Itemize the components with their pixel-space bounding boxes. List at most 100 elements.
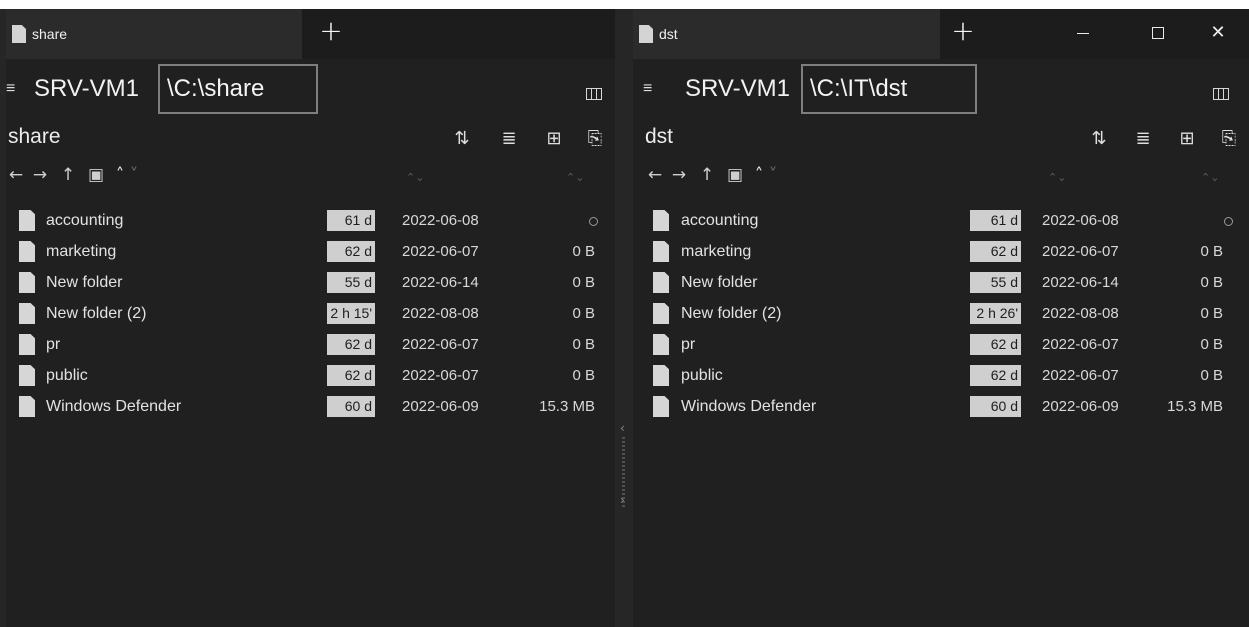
sort-icon[interactable]: ⇅ <box>452 129 472 149</box>
minimize-button[interactable] <box>1063 18 1103 48</box>
image-folder-icon[interactable]: ▣ <box>725 165 745 185</box>
navigation-bar: ← → ↑ ▣ ˄ ˅ <box>645 165 845 189</box>
modified-date: 2022-06-08 <box>402 212 479 229</box>
address-host[interactable]: SRV-VM1 <box>34 75 139 103</box>
table-row[interactable]: marketing 62 d 2022-06-07 0 B <box>6 236 615 267</box>
up-arrow-icon[interactable]: ↑ <box>58 165 78 185</box>
back-arrow-icon[interactable]: ← <box>6 165 26 185</box>
chevron-down-icon[interactable]: ˅ <box>763 165 783 185</box>
file-name: New folder (2) <box>46 305 147 322</box>
loading-icon <box>1224 217 1233 226</box>
image-folder-icon[interactable]: ▣ <box>86 165 106 185</box>
back-arrow-icon[interactable]: ← <box>645 165 665 185</box>
maximize-button[interactable] <box>1138 18 1178 48</box>
new-tab-icon[interactable]: + <box>946 15 980 49</box>
expand-icon[interactable]: ⊞ <box>1177 129 1197 149</box>
paste-icon[interactable]: ⎘ <box>585 129 605 149</box>
columns-icon[interactable] <box>1213 88 1229 100</box>
left-pane: share + ≡ SRV-VM1 \C:\share share ⇅ ≣ ⊞ … <box>6 9 615 627</box>
modified-date: 2022-06-07 <box>402 243 479 260</box>
age-badge: 62 d <box>970 365 1021 386</box>
right-file-list: accounting 61 d 2022-06-08 marketing 62 … <box>633 205 1249 422</box>
file-name: Windows Defender <box>46 398 182 415</box>
file-size: 0 B <box>572 305 595 322</box>
expand-icon[interactable]: ⊞ <box>544 129 564 149</box>
file-name: New folder <box>681 274 758 291</box>
forward-arrow-icon[interactable]: → <box>30 165 50 185</box>
file-name: pr <box>681 336 696 353</box>
modified-date: 2022-06-07 <box>1042 336 1119 353</box>
menu-icon[interactable]: ≡ <box>643 81 663 97</box>
file-name: marketing <box>681 243 752 260</box>
folder-icon <box>19 272 35 293</box>
modified-date: 2022-06-07 <box>1042 367 1119 384</box>
table-row[interactable]: New folder 55 d 2022-06-14 0 B <box>6 267 615 298</box>
columns-icon[interactable] <box>586 88 602 100</box>
folder-icon <box>19 365 35 386</box>
collapse-left-icon[interactable]: ‹ <box>620 421 625 435</box>
menu-icon[interactable]: ≡ <box>6 81 26 97</box>
address-path-input[interactable]: \C:\IT\dst <box>801 64 977 114</box>
age-badge: 62 d <box>970 241 1021 262</box>
folder-icon <box>19 396 35 417</box>
address-host[interactable]: SRV-VM1 <box>685 75 790 103</box>
age-badge: 60 d <box>970 396 1021 417</box>
date-sort-chevrons-icon[interactable]: ⌃⌄ <box>1048 171 1066 184</box>
table-row[interactable]: pr 62 d 2022-06-07 0 B <box>633 329 1249 360</box>
left-tab-bar: share + <box>6 9 615 59</box>
list-view-icon[interactable]: ≣ <box>499 129 519 149</box>
age-badge: 62 d <box>327 365 375 386</box>
age-badge: 2 h 26' <box>970 303 1021 324</box>
file-name: marketing <box>46 243 117 260</box>
folder-icon <box>19 303 35 324</box>
file-name: accounting <box>681 212 759 229</box>
size-sort-chevrons-icon[interactable]: ⌃⌄ <box>1201 171 1219 184</box>
file-name: New folder <box>46 274 123 291</box>
pane-splitter[interactable]: ‹ › <box>615 9 633 627</box>
folder-icon <box>653 396 669 417</box>
table-row[interactable]: Windows Defender 60 d 2022-06-09 15.3 MB <box>633 391 1249 422</box>
tab-dst[interactable]: dst <box>633 9 940 59</box>
close-button[interactable]: ✕ <box>1198 18 1238 48</box>
sort-icon[interactable]: ⇅ <box>1089 129 1109 149</box>
table-row[interactable]: public 62 d 2022-06-07 0 B <box>6 360 615 391</box>
table-row[interactable]: accounting 61 d 2022-06-08 <box>6 205 615 236</box>
modified-date: 2022-06-09 <box>402 398 479 415</box>
date-sort-chevrons-icon[interactable]: ⌃⌄ <box>406 171 424 184</box>
file-size: 0 B <box>572 367 595 384</box>
size-sort-chevrons-icon[interactable]: ⌃⌄ <box>566 171 584 184</box>
table-row[interactable]: marketing 62 d 2022-06-07 0 B <box>633 236 1249 267</box>
age-badge: 55 d <box>327 272 375 293</box>
table-row[interactable]: pr 62 d 2022-06-07 0 B <box>6 329 615 360</box>
dual-pane-file-manager: share + ≡ SRV-VM1 \C:\share share ⇅ ≣ ⊞ … <box>0 9 1249 627</box>
table-row[interactable]: New folder 55 d 2022-06-14 0 B <box>633 267 1249 298</box>
file-size: 0 B <box>1200 305 1223 322</box>
up-arrow-icon[interactable]: ↑ <box>697 165 717 185</box>
table-row[interactable]: Windows Defender 60 d 2022-06-09 15.3 MB <box>6 391 615 422</box>
paste-icon[interactable]: ⎘ <box>1219 129 1239 149</box>
forward-arrow-icon[interactable]: → <box>669 165 689 185</box>
left-file-list: accounting 61 d 2022-06-08 marketing 62 … <box>6 205 615 422</box>
new-tab-icon[interactable]: + <box>314 15 348 49</box>
tab-share[interactable]: share <box>6 9 302 59</box>
expand-right-icon[interactable]: › <box>620 493 625 507</box>
table-row[interactable]: New folder (2) 2 h 26' 2022-08-08 0 B <box>633 298 1249 329</box>
modified-date: 2022-06-07 <box>402 367 479 384</box>
maximize-icon <box>1152 27 1164 39</box>
file-size: 0 B <box>1200 243 1223 260</box>
table-row[interactable]: accounting 61 d 2022-06-08 <box>633 205 1249 236</box>
folder-icon <box>653 241 669 262</box>
list-view-icon[interactable]: ≣ <box>1133 129 1153 149</box>
file-name: New folder (2) <box>681 305 782 322</box>
file-size: 0 B <box>572 274 595 291</box>
file-size: 0 B <box>572 243 595 260</box>
table-row[interactable]: New folder (2) 2 h 15' 2022-08-08 0 B <box>6 298 615 329</box>
table-row[interactable]: public 62 d 2022-06-07 0 B <box>633 360 1249 391</box>
address-path-input[interactable]: \C:\share <box>158 64 318 114</box>
right-pane: dst + ✕ ≡ SRV-VM1 \C:\IT\dst dst ⇅ ≣ ⊞ ⎘… <box>633 9 1249 627</box>
modified-date: 2022-06-09 <box>1042 398 1119 415</box>
navigation-bar: ← → ↑ ▣ ˄ ˅ <box>6 165 206 189</box>
modified-date: 2022-08-08 <box>1042 305 1119 322</box>
age-badge: 62 d <box>970 334 1021 355</box>
chevron-down-icon[interactable]: ˅ <box>124 165 144 185</box>
